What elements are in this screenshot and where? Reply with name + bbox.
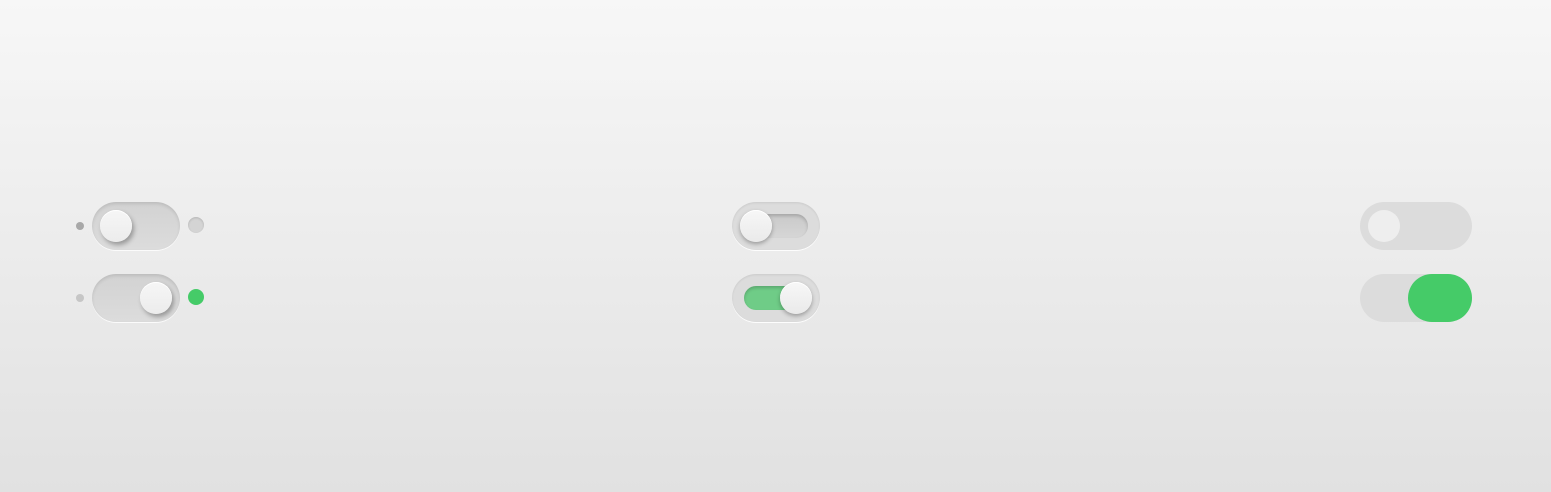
toggle-knob[interactable]: [780, 282, 812, 314]
toggle-inset-off[interactable]: [732, 202, 820, 250]
toggle-knob[interactable]: [1368, 210, 1400, 242]
toggle-inset-on[interactable]: [732, 274, 820, 322]
toggle-knob[interactable]: [100, 210, 132, 242]
toggle-classic-off[interactable]: [92, 202, 180, 250]
on-indicator-dot: [188, 289, 204, 305]
toggle-knob[interactable]: [740, 210, 772, 242]
toggle-switch-showcase: { "colors": { "on_accent": "#45cb68", "o…: [0, 0, 1551, 492]
toggle-flat-off[interactable]: [1360, 202, 1472, 250]
toggle-knob[interactable]: [140, 282, 172, 314]
toggle-flat-on[interactable]: [1360, 274, 1472, 322]
on-indicator-dot: [188, 217, 204, 233]
toggle-knob[interactable]: [1408, 274, 1472, 322]
off-indicator-dot: [76, 294, 84, 302]
toggle-classic-on[interactable]: [92, 274, 180, 322]
off-indicator-dot: [76, 222, 84, 230]
